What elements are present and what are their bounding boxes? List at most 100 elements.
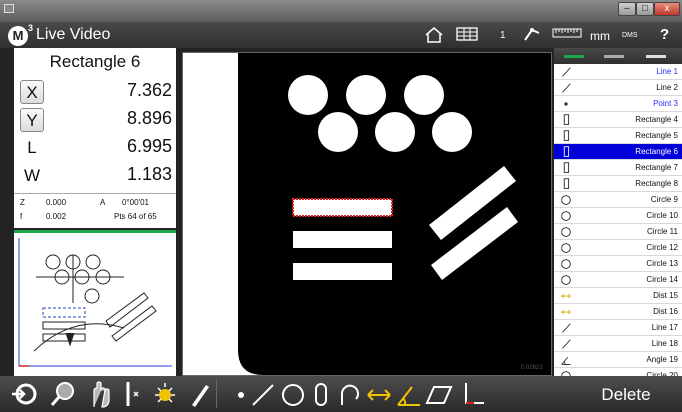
- circle-tool-icon[interactable]: [278, 379, 308, 409]
- maximize-button[interactable]: □: [636, 2, 654, 16]
- x-value: 7.362: [126, 80, 172, 100]
- pen-icon[interactable]: [184, 379, 214, 409]
- feature-list-label: Circle 14: [646, 275, 678, 284]
- feature-list-label: Dist 15: [653, 291, 678, 300]
- feature-list-label: Angle 19: [646, 355, 678, 364]
- table-view-icon[interactable]: [456, 27, 478, 41]
- circle-icon: [561, 243, 571, 253]
- feature-list-label: Circle 13: [646, 259, 678, 268]
- feature-list-item[interactable]: Circle 11: [554, 224, 682, 240]
- feature-list-item[interactable]: Dist 16: [554, 304, 682, 320]
- feature-list-label: Circle 12: [646, 243, 678, 252]
- arc-tool-icon[interactable]: [334, 379, 364, 409]
- page-title: Live Video: [36, 26, 111, 43]
- list-tab-active[interactable]: [564, 55, 584, 58]
- line-tool-icon[interactable]: [248, 379, 278, 409]
- readout-row-width: W 1.183: [14, 162, 176, 190]
- z-label: Z: [20, 198, 25, 207]
- probe-mode-icon[interactable]: [10, 379, 40, 409]
- home-icon[interactable]: [424, 26, 444, 44]
- readout-row-x: X 7.362: [14, 78, 176, 106]
- angle-mode-toggle[interactable]: DMS: [622, 32, 638, 39]
- hand-pointer-icon[interactable]: [84, 379, 114, 409]
- feature-list-label: Dist 16: [653, 307, 678, 316]
- f-value: 0.002: [46, 212, 67, 221]
- list-tab[interactable]: [604, 55, 624, 58]
- feature-list-item[interactable]: Rectangle 8: [554, 176, 682, 192]
- unit-toggle[interactable]: mm: [590, 29, 610, 43]
- feature-list-item[interactable]: Rectangle 6: [554, 144, 682, 160]
- angle-tool-icon[interactable]: [394, 379, 424, 409]
- feature-list-item[interactable]: Line 17: [554, 320, 682, 336]
- feature-list: Line 1 Line 2 Point 3 Rectangle 4 Rectangle …: [554, 48, 682, 376]
- feature-list-item[interactable]: Angle 19: [554, 352, 682, 368]
- distance-icon: [561, 293, 571, 299]
- feature-list-item[interactable]: Circle 9: [554, 192, 682, 208]
- ruler-icon[interactable]: [552, 28, 582, 38]
- video-image: [238, 53, 551, 375]
- feature-list-label: Line 17: [651, 323, 678, 332]
- slot-tool-icon[interactable]: [306, 379, 336, 409]
- feature-list-item[interactable]: Point 3: [554, 96, 682, 112]
- distance-tool-icon[interactable]: [364, 379, 394, 409]
- line-icon: [562, 67, 571, 77]
- distance-icon: [561, 309, 571, 315]
- a-label: A: [100, 198, 106, 207]
- feature-list-item[interactable]: Circle 12: [554, 240, 682, 256]
- window-icon: [4, 4, 14, 13]
- probe-icon[interactable]: [522, 26, 542, 42]
- rectangle-icon: [563, 178, 570, 189]
- feature-list-item[interactable]: Circle 10: [554, 208, 682, 224]
- feature-list-item[interactable]: Rectangle 7: [554, 160, 682, 176]
- feature-list-item[interactable]: Line 2: [554, 80, 682, 96]
- feature-list-label: Rectangle 4: [635, 115, 678, 124]
- feature-list-item[interactable]: Line 1: [554, 64, 682, 80]
- close-button[interactable]: x: [654, 2, 680, 16]
- rectangle-icon: [563, 162, 570, 173]
- magnify-icon[interactable]: [48, 379, 78, 409]
- app-logo-superscript: 3: [28, 23, 34, 33]
- feature-list-item[interactable]: Rectangle 4: [554, 112, 682, 128]
- app-window: – □ x M 3 Live Video 1 mm DMS ? Rectangl…: [0, 0, 682, 412]
- delete-button[interactable]: Delete: [574, 382, 678, 408]
- circle-icon: [561, 371, 571, 376]
- circle-icon: [561, 195, 571, 205]
- line-icon: [562, 323, 571, 333]
- feature-list-label: Line 1: [656, 67, 678, 76]
- feature-list-item[interactable]: Dist 15: [554, 288, 682, 304]
- feature-list-label: Point 3: [653, 99, 678, 108]
- toolbar-divider: [216, 380, 217, 408]
- feature-list-item[interactable]: Line 18: [554, 336, 682, 352]
- feature-list-label: Circle 11: [647, 227, 678, 236]
- feature-list-item[interactable]: Circle 20: [554, 368, 682, 376]
- rectangle-icon: [563, 146, 570, 157]
- line-icon: [562, 339, 571, 349]
- width-label: W: [23, 166, 41, 185]
- help-icon[interactable]: ?: [660, 26, 669, 43]
- y-axis-button[interactable]: Y: [20, 108, 44, 132]
- bottom-toolbar: Delete: [0, 376, 682, 412]
- points-count: Pts 64 of 65: [114, 212, 157, 221]
- a-value: 0°00'01: [122, 198, 149, 207]
- rectangle-icon: [563, 130, 570, 141]
- video-scale-label: 0.02621: [521, 365, 543, 371]
- list-tab[interactable]: [646, 55, 666, 58]
- part-view[interactable]: [14, 230, 176, 376]
- window-frame: – □ x: [0, 0, 682, 22]
- x-axis-button[interactable]: X: [20, 80, 44, 104]
- feature-list-label: Rectangle 8: [635, 179, 678, 188]
- feature-list-item[interactable]: Circle 13: [554, 256, 682, 272]
- f-label: f: [20, 212, 23, 221]
- feature-list-item[interactable]: Rectangle 5: [554, 128, 682, 144]
- light-icon[interactable]: [150, 379, 180, 409]
- parallelogram-tool-icon[interactable]: [424, 379, 454, 409]
- feature-list-label: Rectangle 7: [635, 163, 678, 172]
- feature-list-label: Rectangle 6: [635, 147, 678, 156]
- title-bar: M 3 Live Video 1 mm DMS ?: [0, 22, 682, 48]
- live-video-view[interactable]: 0.02621: [182, 52, 552, 376]
- origin-tool-icon[interactable]: [458, 379, 488, 409]
- edge-tool-icon[interactable]: [116, 379, 146, 409]
- minimize-button[interactable]: –: [618, 2, 636, 16]
- feature-list-item[interactable]: Circle 14: [554, 272, 682, 288]
- length-value: 6.995: [126, 136, 172, 156]
